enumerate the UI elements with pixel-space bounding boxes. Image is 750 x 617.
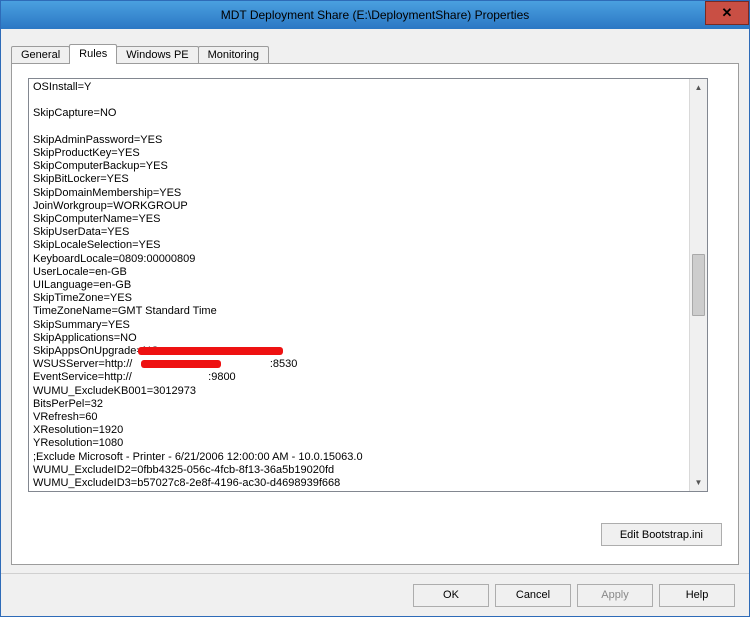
tab-windows-pe[interactable]: Windows PE <box>116 46 198 64</box>
tab-rules[interactable]: Rules <box>69 44 117 64</box>
tab-label: Monitoring <box>208 49 259 61</box>
window-title: MDT Deployment Share (E:\DeploymentShare… <box>221 8 530 22</box>
tab-monitoring[interactable]: Monitoring <box>198 46 269 64</box>
button-label: Edit Bootstrap.ini <box>620 529 703 541</box>
tab-label: Rules <box>79 48 107 60</box>
client-area: General Rules Windows PE Monitoring OSIn… <box>1 29 749 616</box>
edit-bootstrap-button[interactable]: Edit Bootstrap.ini <box>601 523 722 546</box>
button-label: OK <box>443 589 459 601</box>
edit-bootstrap-area: Edit Bootstrap.ini <box>601 523 722 546</box>
chevron-down-icon: ▼ <box>695 478 703 487</box>
close-button[interactable]: ✕ <box>705 1 749 25</box>
tab-page-rules: OSInstall=Y SkipCapture=NO SkipAdminPass… <box>11 63 739 565</box>
cancel-button[interactable]: Cancel <box>495 584 571 607</box>
button-label: Help <box>686 589 709 601</box>
rules-textbox[interactable]: OSInstall=Y SkipCapture=NO SkipAdminPass… <box>28 78 708 492</box>
ok-button[interactable]: OK <box>413 584 489 607</box>
scroll-track[interactable] <box>690 96 707 474</box>
apply-button[interactable]: Apply <box>577 584 653 607</box>
scroll-up-button[interactable]: ▲ <box>690 79 707 96</box>
vertical-scrollbar[interactable]: ▲ ▼ <box>689 79 707 491</box>
tab-general[interactable]: General <box>11 46 70 64</box>
redaction-bar <box>138 347 283 355</box>
scroll-thumb[interactable] <box>692 254 705 316</box>
tab-label: Windows PE <box>126 49 188 61</box>
tab-label: General <box>21 49 60 61</box>
rules-text-content: OSInstall=Y SkipCapture=NO SkipAdminPass… <box>33 81 687 489</box>
scroll-down-button[interactable]: ▼ <box>690 474 707 491</box>
help-button[interactable]: Help <box>659 584 735 607</box>
dialog-window: MDT Deployment Share (E:\DeploymentShare… <box>0 0 750 617</box>
redaction-bar <box>141 360 221 368</box>
tab-strip: General Rules Windows PE Monitoring <box>11 43 739 63</box>
dialog-button-row: OK Cancel Apply Help <box>1 573 749 616</box>
button-label: Cancel <box>516 589 550 601</box>
titlebar: MDT Deployment Share (E:\DeploymentShare… <box>1 1 749 29</box>
close-icon: ✕ <box>722 5 733 21</box>
button-label: Apply <box>601 589 629 601</box>
chevron-up-icon: ▲ <box>695 83 703 92</box>
